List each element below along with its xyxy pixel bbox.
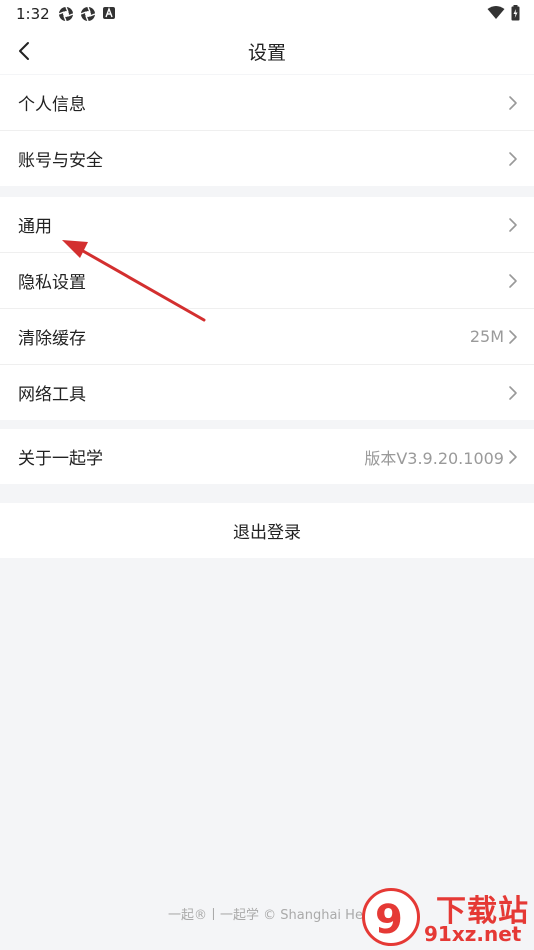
row-label: 个人信息: [18, 95, 86, 115]
status-bar: 1:32: [0, 0, 534, 28]
svg-text:9: 9: [375, 897, 403, 943]
row-label: 账号与安全: [18, 151, 103, 171]
chevron-right-icon: [509, 449, 517, 464]
aperture-icon: [58, 6, 74, 22]
watermark-logo: 9 下载站 91xz.net: [362, 888, 534, 948]
wifi-icon: [487, 6, 505, 19]
watermark-glyph-icon: 9: [375, 897, 403, 943]
row-label: 关于一起学: [18, 449, 103, 469]
nav-bar: 设置: [0, 28, 534, 74]
chevron-right-icon: [509, 385, 517, 400]
row-label: 通用: [18, 217, 52, 237]
settings-row-account-security[interactable]: 账号与安全: [0, 131, 534, 186]
chevron-right-icon: [509, 217, 517, 232]
chevron-right-icon: [509, 95, 517, 110]
settings-group-account: 个人信息 账号与安全: [0, 75, 534, 186]
settings-group-about: 关于一起学 版本V3.9.20.1009: [0, 429, 534, 484]
watermark-url: 91xz.net: [424, 922, 522, 946]
aperture-icon: [80, 6, 96, 22]
page-title: 设置: [247, 42, 286, 64]
settings-row-personal-info[interactable]: 个人信息: [0, 75, 534, 131]
status-system-icons: [487, 5, 520, 21]
status-time: 1:32: [16, 5, 50, 23]
battery-charging-icon: [511, 5, 520, 21]
row-label: 网络工具: [18, 385, 86, 405]
settings-row-network-tools[interactable]: 网络工具: [0, 365, 534, 420]
row-label: 隐私设置: [18, 273, 86, 293]
settings-row-general[interactable]: 通用: [0, 197, 534, 253]
settings-group-general: 通用 隐私设置 清除缓存 25M 网络工具: [0, 197, 534, 420]
watermark-circle: 9: [362, 888, 420, 946]
settings-row-clear-cache[interactable]: 清除缓存 25M: [0, 309, 534, 365]
version-value: 版本V3.9.20.1009: [364, 448, 504, 468]
chevron-right-icon: [509, 329, 517, 344]
chevron-right-icon: [509, 273, 517, 288]
logout-button[interactable]: 退出登录: [0, 503, 534, 558]
cache-size-value: 25M: [469, 327, 504, 346]
status-notification-icons: [58, 6, 116, 22]
footer-copyright: 一起®丨一起学 © Shanghai Hexu: [168, 908, 379, 923]
app-a-icon: [103, 7, 115, 19]
settings-row-privacy[interactable]: 隐私设置: [0, 253, 534, 309]
settings-row-about[interactable]: 关于一起学 版本V3.9.20.1009: [0, 429, 534, 484]
chevron-right-icon: [509, 151, 517, 166]
row-label: 清除缓存: [18, 329, 86, 349]
